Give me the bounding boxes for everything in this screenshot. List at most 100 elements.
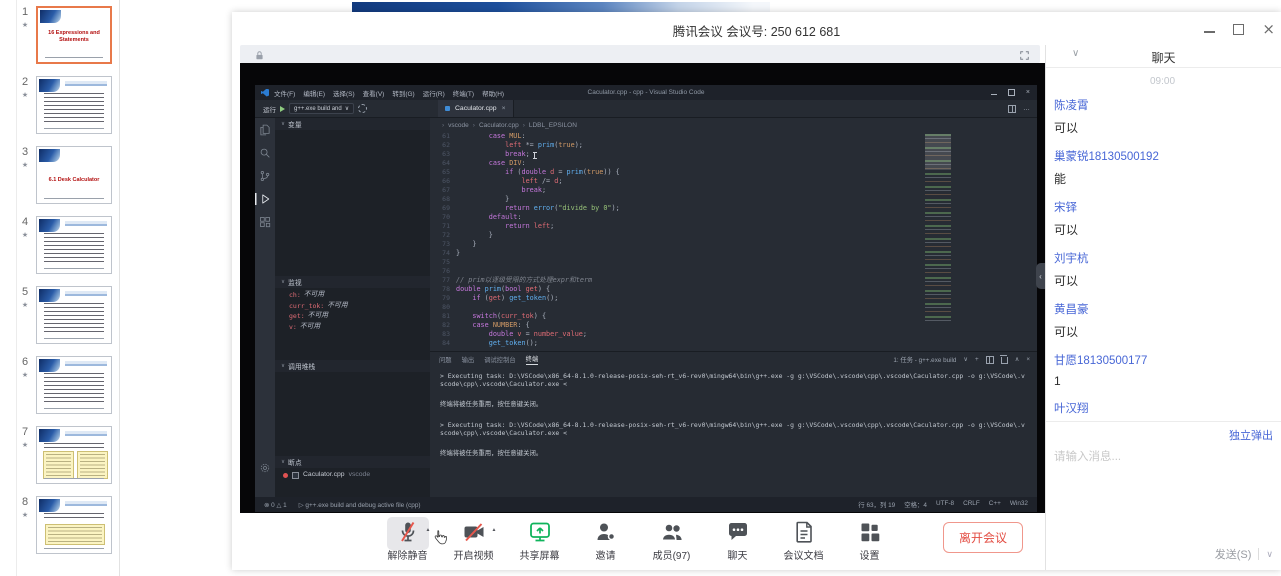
breadcrumb[interactable]: vscodeCaculator.cppLDBL_EPSILON: [430, 118, 1037, 132]
editor-tab[interactable]: Caculator.cpp ×: [438, 100, 514, 117]
status-item[interactable]: 空格：4: [904, 500, 927, 509]
menu-item[interactable]: 运行(R): [423, 88, 445, 98]
panel-tab[interactable]: 输出: [462, 355, 475, 364]
callstack-section-header[interactable]: ∨调用堆栈: [275, 360, 430, 372]
breakpoint-checkbox[interactable]: [292, 472, 299, 479]
menu-item[interactable]: 终端(T): [453, 88, 474, 98]
watch-section-header[interactable]: ∨监视: [275, 276, 430, 288]
slide-item[interactable]: 6 ★: [17, 356, 119, 414]
panel-tab[interactable]: 问题: [439, 355, 452, 364]
panel-tab[interactable]: 终端: [526, 354, 539, 365]
tab-close-icon[interactable]: ×: [502, 105, 506, 112]
task-dropdown[interactable]: 1: 任务 - g++.exe build: [893, 355, 956, 364]
chat-sender-name[interactable]: 甘愿18130500177: [1054, 352, 1271, 368]
search-icon[interactable]: [255, 147, 275, 159]
terminal-output[interactable]: > Executing task: D:\VSCode\x86_64-8.1.0…: [430, 367, 1037, 497]
meeting-toolbar-button[interactable]: ▲ 解除静音: [382, 520, 434, 562]
chat-sender-name[interactable]: 黄昌豪: [1054, 301, 1271, 317]
slide-thumbnail[interactable]: [36, 76, 112, 134]
meeting-toolbar-button[interactable]: ▲ 设置: [844, 520, 896, 562]
watch-row[interactable]: curr_tok: 不可用: [275, 301, 430, 312]
chat-collapse-handle[interactable]: ‹: [1036, 263, 1045, 289]
status-item[interactable]: UTF-8: [936, 500, 954, 509]
watch-row[interactable]: get: 不可用: [275, 311, 430, 322]
watch-row[interactable]: ch: 不可用: [275, 290, 430, 301]
chevron-up-icon[interactable]: ▲: [492, 527, 497, 533]
toolbar-button-icon[interactable]: [462, 520, 486, 544]
meeting-toolbar-button[interactable]: ▲ 聊天: [712, 520, 764, 562]
menu-item[interactable]: 编辑(E): [303, 88, 325, 98]
code-area[interactable]: 61 case MUL:62 left *= prim(true);63 bre…: [430, 132, 1037, 351]
meeting-toolbar-button[interactable]: ▲ 邀请: [580, 520, 632, 562]
menu-item[interactable]: 查看(V): [363, 88, 385, 98]
meeting-toolbar-button[interactable]: ▲ 成员(97): [646, 520, 698, 562]
chevron-up-icon[interactable]: ▲: [426, 527, 431, 533]
new-terminal-icon[interactable]: +: [975, 356, 979, 363]
status-item[interactable]: 行 63，列 19: [858, 500, 895, 509]
toolbar-button-icon[interactable]: [858, 520, 882, 544]
slide-thumbnail[interactable]: [36, 286, 112, 344]
menu-item[interactable]: 文件(F): [274, 88, 295, 98]
slide-item[interactable]: 4 ★: [17, 216, 119, 274]
toolbar-button-icon[interactable]: [528, 520, 552, 544]
status-item[interactable]: ⊗ 0 △ 1: [264, 501, 287, 509]
minimize-icon[interactable]: [1204, 31, 1215, 33]
toolbar-button-icon[interactable]: [396, 520, 420, 544]
panel-tab[interactable]: 调试控制台: [484, 355, 515, 364]
chat-sender-name[interactable]: 刘宇杭: [1054, 250, 1271, 266]
chevron-down-icon[interactable]: ∨: [1266, 549, 1273, 560]
split-terminal-icon[interactable]: [986, 356, 994, 364]
meeting-toolbar-button[interactable]: ▲ 会议文档: [778, 520, 830, 562]
send-button[interactable]: 发送(S): [1215, 546, 1252, 562]
status-item[interactable]: CRLF: [963, 500, 980, 509]
menu-item[interactable]: 帮助(H): [482, 88, 504, 98]
status-item[interactable]: C++: [989, 500, 1001, 509]
chat-message-list[interactable]: 09:00 陈凌霄 可以 巢蒙锐18130500192 能: [1046, 68, 1281, 421]
split-editor-icon[interactable]: [1008, 105, 1016, 113]
slide-item[interactable]: 8 ★: [17, 496, 119, 554]
meeting-toolbar-button[interactable]: ▲ 共享屏幕: [514, 520, 566, 562]
slide-item[interactable]: 1 ★ 16 Expressions and Statements: [17, 6, 119, 64]
debug-config-dropdown[interactable]: g++.exe build and∨: [289, 103, 354, 114]
leave-meeting-button[interactable]: 离开会议: [943, 522, 1023, 553]
meeting-toolbar-button[interactable]: ▲ 开启视频: [448, 520, 500, 562]
slide-item[interactable]: 7 ★: [17, 426, 119, 484]
close-icon[interactable]: ×: [1262, 24, 1275, 35]
toolbar-button-icon[interactable]: [792, 520, 816, 544]
slide-item[interactable]: 2 ★: [17, 76, 119, 134]
source-control-icon[interactable]: [255, 170, 275, 182]
maximize-panel-icon[interactable]: ∧: [1015, 356, 1020, 363]
start-debug-icon[interactable]: [280, 106, 285, 112]
kill-terminal-icon[interactable]: [1001, 357, 1008, 364]
menu-item[interactable]: 转到(G): [392, 88, 414, 98]
breadcrumb-item[interactable]: LDBL_EPSILON: [519, 122, 577, 129]
files-icon[interactable]: [255, 124, 275, 136]
toolbar-button-icon[interactable]: [660, 520, 684, 544]
breakpoint-row[interactable]: Caculator.cpp vscode: [275, 470, 430, 480]
chat-sender-name[interactable]: 叶汉翔: [1054, 400, 1271, 416]
watch-row[interactable]: v: 不可用: [275, 322, 430, 333]
slide-thumbnail[interactable]: [36, 356, 112, 414]
slide-item[interactable]: 5 ★: [17, 286, 119, 344]
chat-input[interactable]: 请输入消息...: [1054, 448, 1121, 464]
run-debug-icon[interactable]: [255, 193, 275, 205]
variables-section-header[interactable]: ∨变量: [275, 118, 430, 130]
close-panel-icon[interactable]: ×: [1026, 356, 1030, 363]
minimap-slider[interactable]: [925, 134, 951, 170]
vscode-close-icon[interactable]: ×: [1026, 89, 1030, 96]
slide-thumbnail[interactable]: 6.1 Desk Calculator: [36, 146, 112, 204]
breakpoints-section-header[interactable]: ∨断点: [275, 456, 430, 468]
maximize-icon[interactable]: [1233, 24, 1244, 35]
extensions-icon[interactable]: [255, 216, 275, 228]
slide-thumbnail[interactable]: [36, 216, 112, 274]
chat-sender-name[interactable]: 巢蒙锐18130500192: [1054, 148, 1271, 164]
toolbar-button-icon[interactable]: [594, 520, 618, 544]
slide-item[interactable]: 3 ★ 6.1 Desk Calculator: [17, 146, 119, 204]
chat-sender-name[interactable]: 陈凌霄: [1054, 97, 1271, 113]
vscode-maximize-icon[interactable]: [1008, 89, 1015, 96]
menu-item[interactable]: 选择(S): [333, 88, 355, 98]
status-item[interactable]: ▷ g++.exe build and debug active file (c…: [299, 501, 421, 509]
slide-thumbnail[interactable]: [36, 496, 112, 554]
status-item[interactable]: Win32: [1010, 500, 1028, 509]
debug-gear-icon[interactable]: [358, 104, 367, 113]
